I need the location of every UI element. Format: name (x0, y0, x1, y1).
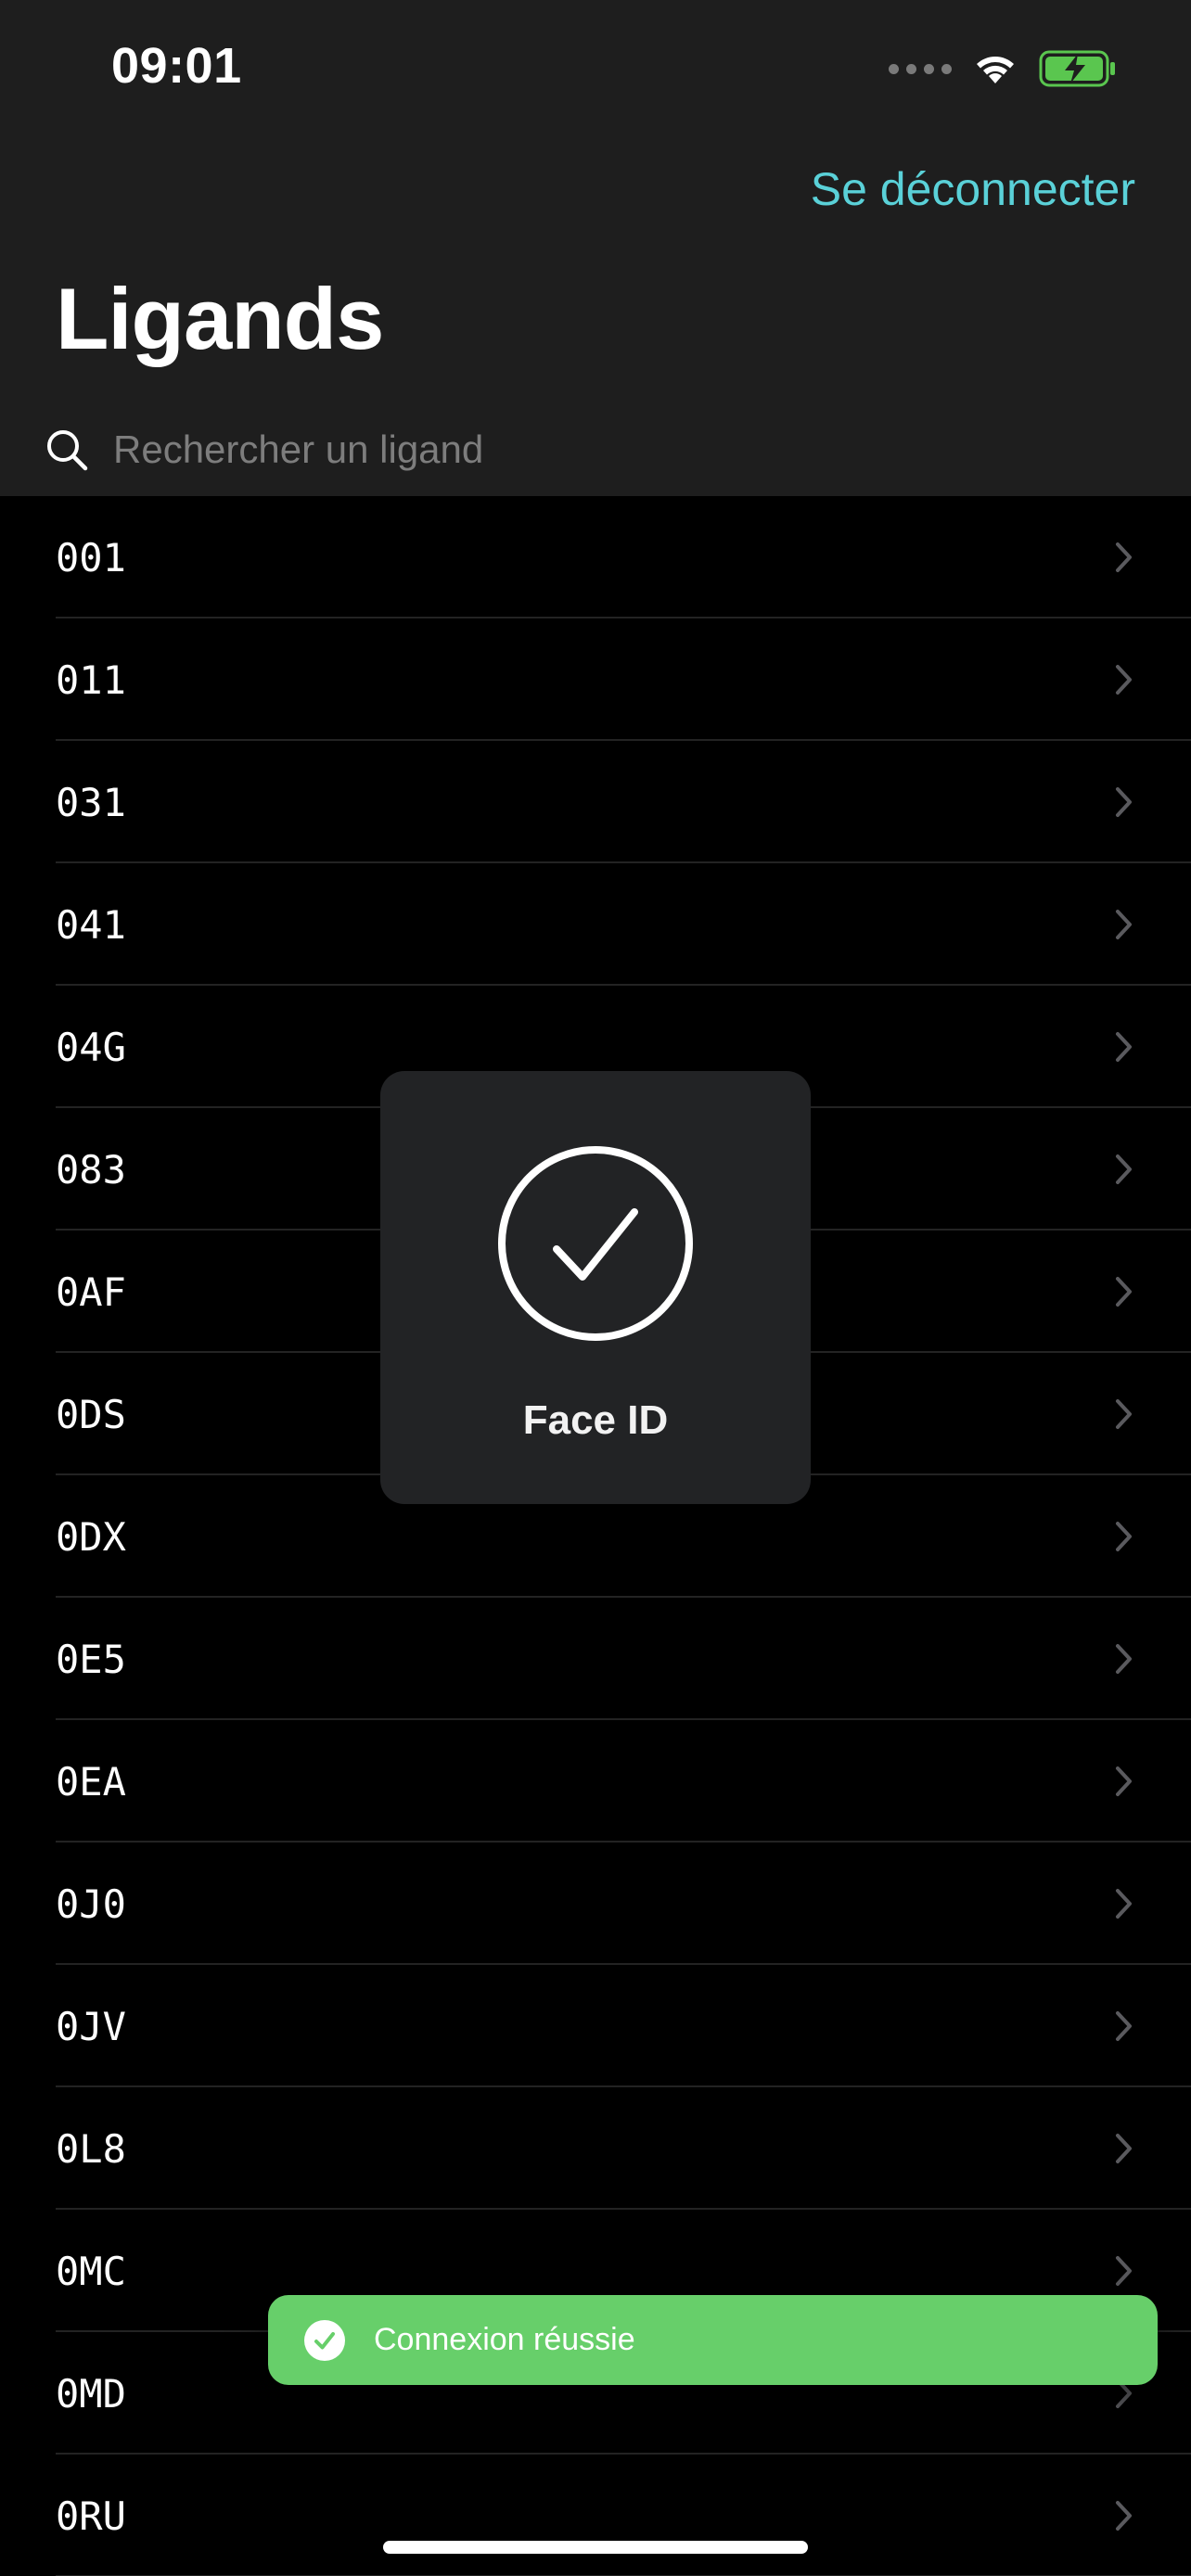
screen: 09:01 Se déconnecter Ligands Rechercher … (0, 0, 1191, 2576)
chevron-right-icon (1116, 1277, 1132, 1307)
ligand-row[interactable]: 0RU (0, 2455, 1191, 2576)
ligand-row[interactable]: 031 (0, 741, 1191, 863)
ligand-code: 0MD (56, 2370, 126, 2417)
chevron-right-icon (1116, 542, 1132, 572)
chevron-right-icon (1116, 1399, 1132, 1429)
ligand-code: 0J0 (56, 1881, 126, 1927)
chevron-right-icon (1116, 1644, 1132, 1674)
ligand-code: 0L8 (56, 2125, 126, 2172)
chevron-right-icon (1116, 1889, 1132, 1919)
ligand-row[interactable]: 011 (0, 618, 1191, 741)
ligand-code: 011 (56, 657, 126, 703)
toast-message: Connexion réussie (374, 2322, 635, 2357)
chevron-right-icon (1116, 2011, 1132, 2041)
ligand-code: 0E5 (56, 1636, 126, 1682)
status-time: 09:01 (111, 38, 242, 94)
search-input[interactable] (111, 417, 1154, 482)
search-icon (37, 420, 96, 479)
chevron-right-icon (1116, 2134, 1132, 2163)
ligand-row[interactable]: 0EA (0, 1720, 1191, 1843)
faceid-hud: Face ID (380, 1071, 811, 1504)
chevron-right-icon (1116, 910, 1132, 939)
ligand-code: 031 (56, 779, 126, 825)
ligand-row[interactable]: 0E5 (0, 1598, 1191, 1720)
ligand-code: 04G (56, 1024, 126, 1070)
chevron-right-icon (1116, 2256, 1132, 2286)
ligand-code: 0MC (56, 2248, 126, 2294)
page-title: Ligands (56, 270, 384, 367)
ligand-row[interactable]: 041 (0, 863, 1191, 986)
wifi-icon (977, 57, 1014, 83)
ligand-code: 0DX (56, 1513, 126, 1560)
ligand-row[interactable]: 0JV (0, 1965, 1191, 2087)
faceid-label: Face ID (522, 1397, 669, 1443)
chevron-right-icon (1116, 1154, 1132, 1184)
ligand-code: 0RU (56, 2493, 126, 2539)
battery-charging-icon (1039, 50, 1115, 87)
logout-button[interactable]: Se déconnecter (811, 162, 1135, 216)
ligand-code: 041 (56, 901, 126, 948)
chevron-right-icon (1116, 2501, 1132, 2531)
ligand-row[interactable]: 0J0 (0, 1843, 1191, 1965)
success-toast[interactable]: Connexion réussie (268, 2295, 1158, 2385)
chevron-right-icon (1116, 787, 1132, 817)
ligand-code: 0AF (56, 1269, 126, 1315)
signal-icon (889, 63, 952, 74)
ligand-code: 0EA (56, 1758, 126, 1804)
ligand-code: 083 (56, 1146, 126, 1192)
ligand-list: 001 011 031 041 04G 083 0AF 0DS 0DX 0E5 0EA 0J0 0JV 0… (0, 496, 1191, 2576)
chevron-right-icon (1116, 1522, 1132, 1551)
checkmark-circle-icon (498, 1146, 693, 1341)
status-icons (889, 45, 1117, 93)
chevron-right-icon (1116, 665, 1132, 695)
ligand-code: 001 (56, 534, 126, 580)
check-circle-icon (304, 2319, 345, 2361)
chevron-right-icon (1116, 1032, 1132, 1062)
home-indicator[interactable] (383, 2541, 808, 2554)
ligand-row[interactable]: 001 (0, 496, 1191, 618)
search-bar[interactable] (37, 413, 1154, 487)
ligand-code: 0DS (56, 1391, 126, 1437)
ligand-row[interactable]: 0L8 (0, 2087, 1191, 2210)
ligand-code: 0JV (56, 2003, 126, 2049)
header: 09:01 Se déconnecter Ligands (0, 0, 1191, 496)
chevron-right-icon (1116, 1766, 1132, 1796)
